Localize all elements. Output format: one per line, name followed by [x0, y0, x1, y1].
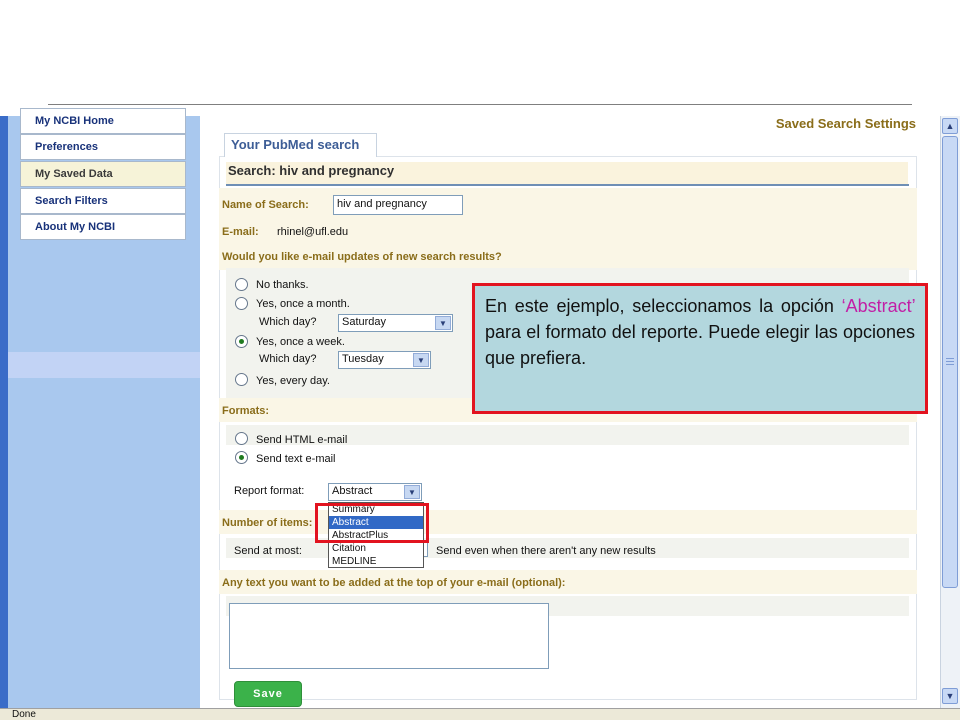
sidebar-item-my-ncbi-home[interactable]: My NCBI Home	[20, 108, 186, 134]
select-value: Saturday	[342, 316, 387, 328]
page-title: Saved Search Settings	[775, 116, 916, 131]
sidebar-item-label: My NCBI Home	[35, 115, 114, 127]
select-value: Tuesday	[342, 353, 384, 365]
scroll-up-icon[interactable]: ▲	[942, 118, 958, 134]
report-format-label: Report format:	[234, 485, 305, 497]
formats-label: Formats:	[222, 405, 270, 417]
scrollbar-grip	[946, 358, 954, 359]
radio-label: No thanks.	[256, 279, 309, 291]
dropdown-option-medline[interactable]: MEDLINE	[329, 555, 423, 568]
highlight-box	[315, 503, 429, 543]
extra-text-label: Any text you want to be added at the top…	[222, 577, 566, 589]
scroll-down-icon[interactable]: ▼	[942, 688, 958, 704]
callout-emphasis: ‘Abstract’	[841, 296, 915, 316]
send-at-most-label: Send at most:	[234, 545, 302, 557]
which-day-label: Which day?	[259, 353, 317, 365]
sidebar-item-my-saved-data[interactable]: My Saved Data	[20, 161, 186, 187]
sidebar-item-label: My Saved Data	[35, 168, 113, 180]
name-of-search-input[interactable]: hiv and pregnancy	[333, 195, 463, 215]
explanation-callout: En este ejemplo, seleccionamos la opción…	[472, 283, 928, 414]
scrollbar-grip	[946, 364, 954, 365]
radio-label: Yes, once a month.	[256, 298, 350, 310]
chevron-down-icon[interactable]: ▼	[404, 485, 420, 499]
content-gutter	[200, 116, 216, 708]
updates-question: Would you like e-mail updates of new sea…	[222, 251, 502, 263]
radio-label: Send HTML e-mail	[256, 434, 348, 446]
monthly-day-select[interactable]: Saturday ▼	[338, 314, 453, 332]
sidebar-item-search-filters[interactable]: Search Filters	[20, 188, 186, 214]
send-even-label: Send even when there aren't any new resu…	[436, 545, 656, 557]
radio-every-day[interactable]	[235, 373, 248, 386]
which-day-label: Which day?	[259, 316, 317, 328]
status-bar: Done	[0, 708, 960, 720]
sidebar-item-label: Search Filters	[35, 195, 108, 207]
weekly-day-select[interactable]: Tuesday ▼	[338, 351, 431, 369]
radio-selected-dot	[239, 339, 244, 344]
save-button[interactable]: Save	[234, 681, 302, 707]
email-value: rhinel@ufl.edu	[277, 226, 349, 238]
radio-label: Send text e-mail	[256, 453, 336, 465]
slide-divider	[48, 104, 912, 105]
radio-once-a-week[interactable]	[235, 335, 248, 348]
callout-text: para el formato del reporte. Puede elegi…	[485, 322, 915, 368]
radio-selected-dot	[239, 455, 244, 460]
sidebar-item-about-my-ncbi[interactable]: About My NCBI	[20, 214, 186, 240]
report-format-select[interactable]: Abstract ▼	[328, 483, 422, 501]
callout-text: En este ejemplo, seleccionamos la opción	[485, 296, 842, 316]
dropdown-option-citation[interactable]: Citation	[329, 542, 423, 555]
number-of-items-label: Number of items:	[222, 517, 313, 529]
radio-send-html[interactable]	[235, 432, 248, 445]
radio-send-text[interactable]	[235, 451, 248, 464]
sidebar-item-label: Preferences	[35, 141, 98, 153]
sidebar-item-preferences[interactable]: Preferences	[20, 134, 186, 160]
scrollbar-grip	[946, 361, 954, 362]
radio-label: Yes, every day.	[256, 375, 330, 387]
radio-no-thanks[interactable]	[235, 278, 248, 291]
tab-your-pubmed-search[interactable]: Your PubMed search	[224, 133, 377, 157]
chevron-down-icon[interactable]: ▼	[435, 316, 451, 330]
radio-once-a-month[interactable]	[235, 297, 248, 310]
search-heading-rule	[226, 184, 909, 186]
sidebar-item-label: About My NCBI	[35, 221, 116, 233]
window-frame-left	[0, 116, 8, 708]
scrollbar-thumb[interactable]	[942, 136, 958, 588]
chevron-down-icon[interactable]: ▼	[413, 353, 429, 367]
radio-label: Yes, once a week.	[256, 336, 345, 348]
select-value: Abstract	[332, 485, 373, 497]
extra-text-textarea[interactable]	[229, 603, 549, 669]
name-of-search-label: Name of Search:	[222, 199, 309, 211]
search-heading: Search: hiv and pregnancy	[226, 162, 908, 184]
email-label: E-mail:	[222, 226, 259, 238]
status-text: Done	[12, 709, 36, 720]
sidebar-band	[8, 352, 200, 378]
